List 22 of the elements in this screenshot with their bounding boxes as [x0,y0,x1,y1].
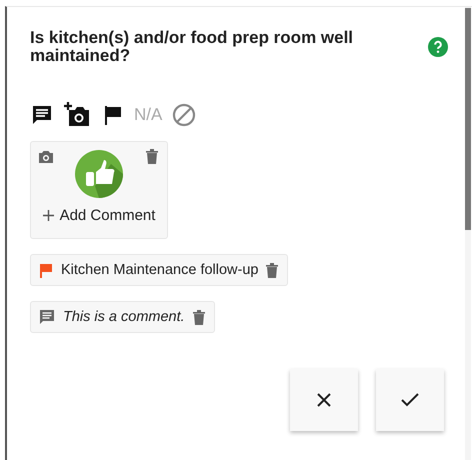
close-icon [316,392,332,408]
flag-item[interactable]: Kitchen Maintenance follow-up [30,254,288,286]
delete-icon[interactable] [192,310,205,324]
add-photo-icon[interactable] [64,101,92,129]
check-icon [401,393,419,407]
thumbs-up-icon[interactable] [75,150,123,198]
comment-text: This is a comment. [63,309,185,325]
camera-icon[interactable] [38,150,54,164]
flag-icon[interactable] [102,104,124,126]
comment-item[interactable]: This is a comment. [30,301,215,333]
delete-icon[interactable] [266,262,278,278]
flag-icon [39,262,53,278]
plus-icon [42,210,54,221]
scrollbar[interactable] [465,7,471,460]
flag-text: Kitchen Maintenance follow-up [61,262,258,278]
add-comment-button[interactable]: Add Comment [42,207,156,224]
question-text: Is kitchen(s) and/or food prep room well maintained? [30,29,354,65]
comment-icon[interactable] [30,103,54,127]
block-icon[interactable] [172,103,196,127]
comment-icon [39,309,55,325]
delete-icon[interactable] [146,149,158,164]
help-icon[interactable] [428,37,448,57]
